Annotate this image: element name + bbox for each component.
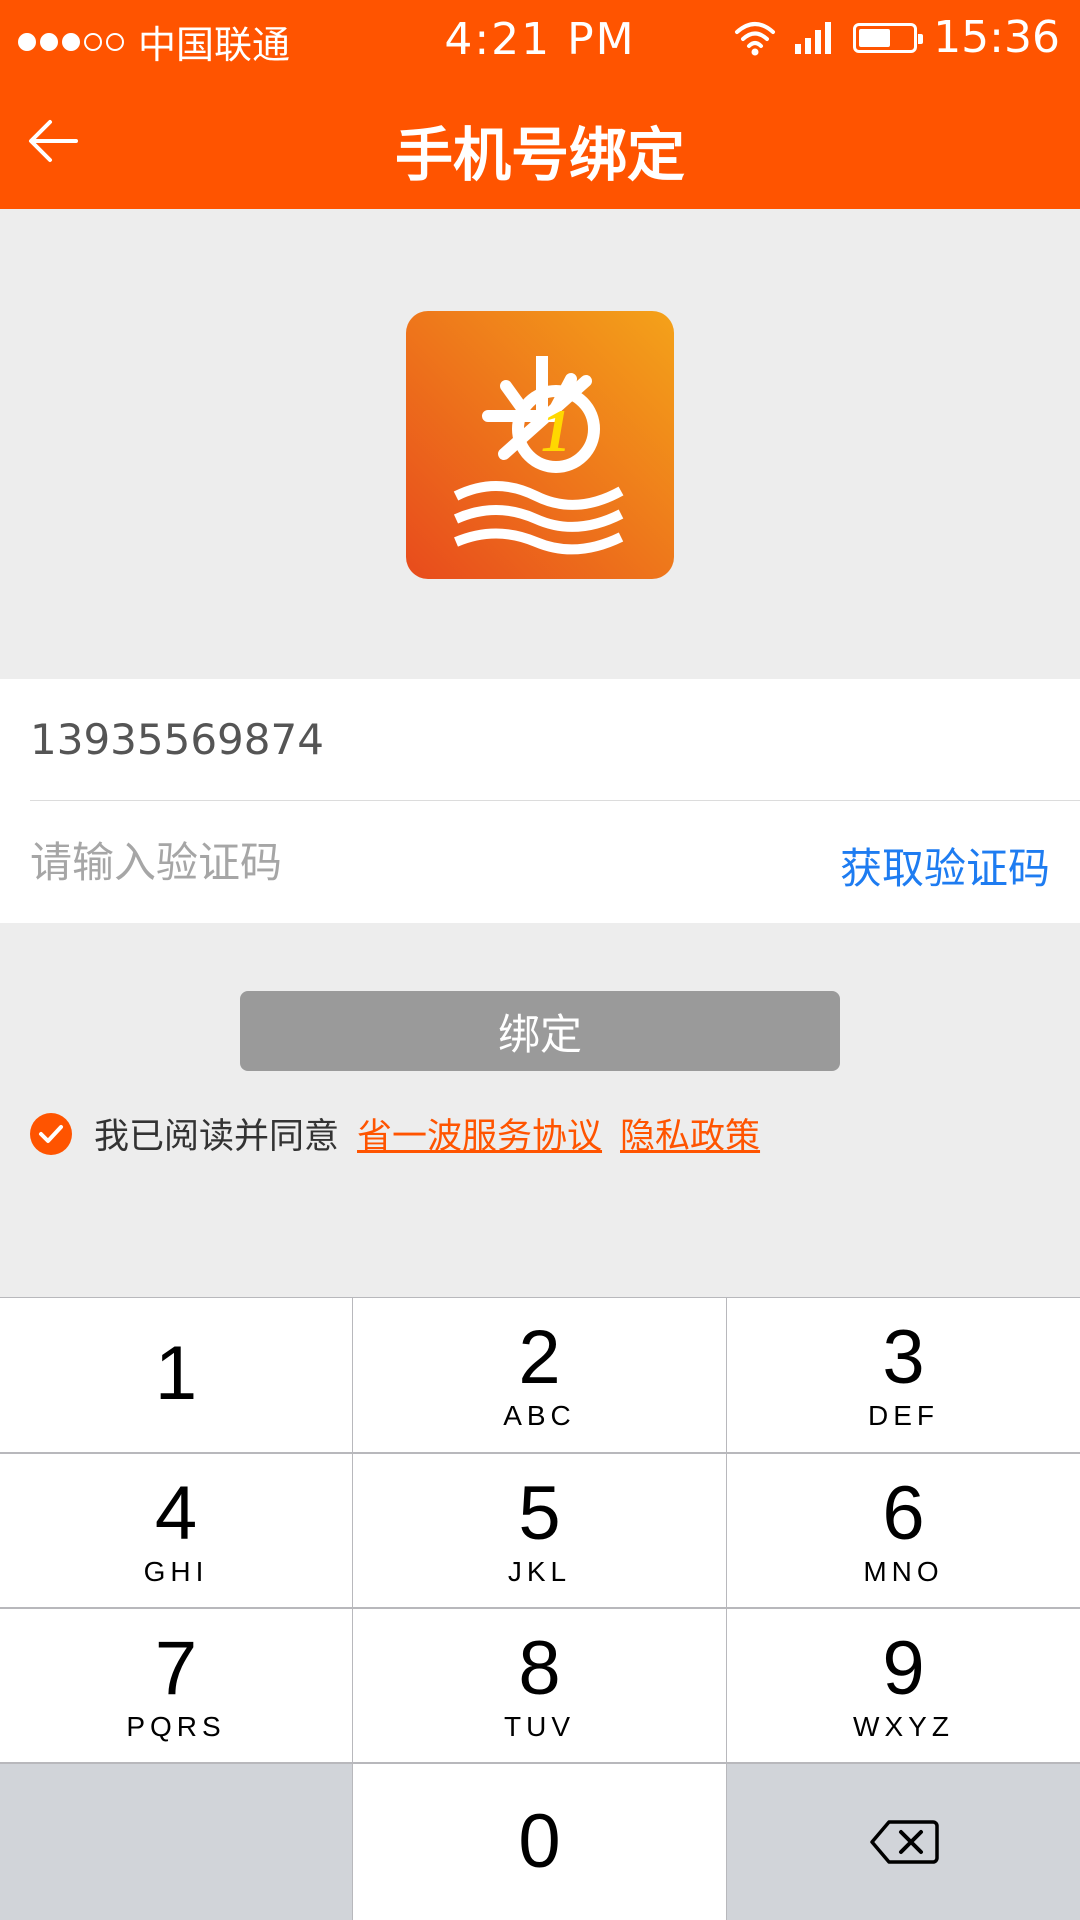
- key-7[interactable]: 7 PQRS: [0, 1609, 352, 1762]
- phone-row: [30, 679, 1080, 801]
- status-bar: 中国联通 4:21 PM 15:36: [0, 0, 1080, 78]
- key-letters: MNO: [863, 1555, 944, 1587]
- key-letters: DEF: [868, 1400, 939, 1431]
- key-number: 8: [518, 1625, 561, 1711]
- app-logo: 1: [406, 311, 674, 579]
- key-number: 6: [882, 1470, 925, 1556]
- bind-button[interactable]: 绑定: [240, 991, 840, 1071]
- verification-code-input[interactable]: [30, 837, 630, 887]
- check-icon: [39, 1124, 63, 1143]
- nav-bar: 手机号绑定: [0, 78, 1080, 209]
- svg-text:1: 1: [541, 398, 571, 464]
- key-letters: WXYZ: [853, 1710, 954, 1742]
- key-9[interactable]: 9 WXYZ: [727, 1609, 1080, 1762]
- key-6[interactable]: 6 MNO: [727, 1454, 1080, 1607]
- key-letters: GHI: [143, 1555, 209, 1587]
- page-title: 手机号绑定: [394, 121, 685, 189]
- agreement-row: 我已阅读并同意 省一波服务协议 隐私政策: [30, 1108, 760, 1159]
- key-blank: [0, 1764, 352, 1920]
- service-agreement-link[interactable]: 省一波服务协议: [357, 1108, 602, 1159]
- key-number: 4: [154, 1470, 198, 1556]
- delete-key[interactable]: [727, 1764, 1080, 1920]
- key-letters: PQRS: [126, 1710, 226, 1742]
- numeric-keypad: 1 2 ABC 3 DEF 4 GHI 5 JKL 6 MNO 7 PQRS 8: [0, 1297, 1080, 1920]
- key-2[interactable]: 2 ABC: [353, 1298, 726, 1452]
- key-0[interactable]: 0: [353, 1764, 726, 1920]
- status-right: 15:36: [733, 12, 1060, 63]
- code-row: 获取验证码: [30, 801, 1080, 923]
- key-number: 1: [154, 1331, 198, 1416]
- key-number: 5: [518, 1470, 561, 1556]
- wifi-icon: [735, 21, 776, 55]
- logo-icon: 1: [406, 311, 674, 579]
- key-4[interactable]: 4 GHI: [0, 1454, 352, 1607]
- key-3[interactable]: 3 DEF: [727, 1298, 1080, 1452]
- key-letters: JKL: [507, 1555, 572, 1587]
- header: 中国联通 4:21 PM 15:36 手机号绑定: [0, 0, 1080, 209]
- key-number: 0: [518, 1799, 561, 1884]
- phone-binding-screen: 中国联通 4:21 PM 15:36 手机号绑定 1 13935569874 请…: [0, 0, 1080, 1920]
- key-number: 3: [882, 1315, 925, 1400]
- status-clock: 15:36: [933, 12, 1060, 63]
- binding-form: 获取验证码: [0, 679, 1080, 923]
- get-code-button[interactable]: 获取验证码: [840, 835, 1050, 896]
- key-1[interactable]: 1: [0, 1298, 352, 1452]
- backspace-icon: [869, 1820, 939, 1864]
- privacy-policy-link[interactable]: 隐私政策: [620, 1108, 760, 1159]
- key-5[interactable]: 5 JKL: [353, 1454, 726, 1607]
- agreement-text: 我已阅读并同意: [94, 1117, 340, 1157]
- cellular-icon: [795, 21, 832, 54]
- phone-input[interactable]: [30, 715, 630, 764]
- key-number: 7: [154, 1625, 198, 1711]
- agree-checkbox[interactable]: [30, 1112, 72, 1155]
- key-number: 9: [882, 1625, 925, 1711]
- key-letters: TUV: [504, 1710, 575, 1742]
- key-letters: ABC: [503, 1400, 576, 1431]
- battery-icon: [853, 22, 924, 53]
- key-number: 2: [518, 1315, 561, 1400]
- key-8[interactable]: 8 TUV: [353, 1609, 726, 1762]
